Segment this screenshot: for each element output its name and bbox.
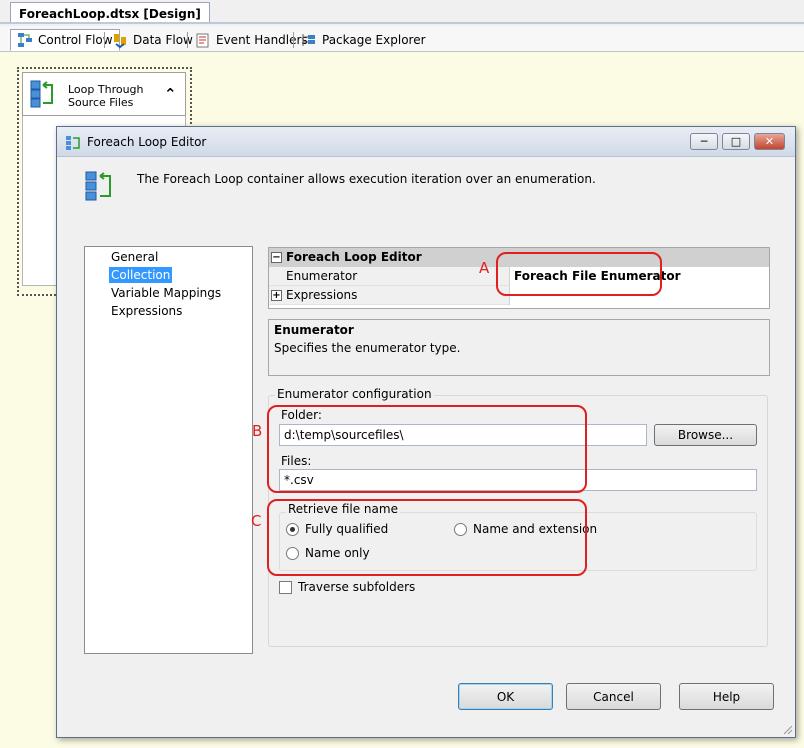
tab-data-flow[interactable]: Data Flow <box>106 29 199 51</box>
traverse-subfolders-label[interactable]: Traverse subfolders <box>298 580 415 594</box>
dialog-title: Foreach Loop Editor <box>87 135 207 149</box>
document-tab-title: ForeachLoop.dtsx [Design] <box>19 7 201 21</box>
maximize-icon: □ <box>730 135 742 148</box>
document-tab[interactable]: ForeachLoop.dtsx [Design] <box>10 2 210 24</box>
expand-icon[interactable]: + <box>271 290 282 301</box>
property-name: Expressions <box>286 288 358 302</box>
task-label-line2: Source Files <box>68 96 134 109</box>
editor-nav-list: General Collection Variable Mappings Exp… <box>84 246 253 654</box>
close-icon: ✕ <box>764 135 775 148</box>
tab-control-flow-label: Control Flow <box>38 33 113 47</box>
browse-button[interactable]: Browse... <box>654 424 757 446</box>
property-category-label: Foreach Loop Editor <box>286 250 422 264</box>
dialog-title-bar[interactable]: Foreach Loop Editor ─ □ ✕ <box>57 127 795 157</box>
tab-data-flow-label: Data Flow <box>133 33 193 47</box>
collapse-icon[interactable]: − <box>271 252 282 263</box>
dialog-description: The Foreach Loop container allows execut… <box>137 172 596 186</box>
ok-button[interactable]: OK <box>458 683 553 710</box>
foreach-loop-container[interactable]: Loop Through Source Files ⌃ <box>22 72 186 116</box>
close-button[interactable]: ✕ <box>754 133 785 150</box>
tab-strip-divider <box>0 22 804 24</box>
help-button[interactable]: Help <box>679 683 774 710</box>
property-help-panel: Enumerator Specifies the enumerator type… <box>268 319 770 376</box>
minimize-icon: ─ <box>700 135 708 148</box>
tab-package-explorer[interactable]: Package Explorer <box>295 29 432 51</box>
tab-separator <box>293 32 294 48</box>
task-label-line1: Loop Through <box>68 83 144 96</box>
dialog-app-icon <box>65 135 81 154</box>
annotation-a-label: A <box>479 259 490 277</box>
traverse-subfolders-checkbox[interactable] <box>279 581 292 594</box>
nav-item-variable-mappings[interactable]: Variable Mappings <box>109 285 223 301</box>
foreach-loop-icon <box>29 79 55 112</box>
tab-package-explorer-label: Package Explorer <box>322 33 426 47</box>
enumerator-config-title: Enumerator configuration <box>275 387 434 401</box>
package-explorer-icon <box>301 32 317 48</box>
collapse-chevron-icon[interactable]: ⌃ <box>164 85 177 103</box>
task-label: Loop Through Source Files <box>68 83 144 109</box>
tab-separator <box>187 32 188 48</box>
annotation-b-highlight <box>267 405 587 493</box>
data-flow-icon <box>112 32 128 49</box>
annotation-b-label: B <box>252 422 263 440</box>
tab-separator <box>104 32 105 48</box>
control-flow-icon <box>17 32 33 48</box>
annotation-a-highlight <box>496 252 662 296</box>
nav-item-general[interactable]: General <box>109 249 160 265</box>
maximize-button[interactable]: □ <box>722 133 750 150</box>
help-text: Specifies the enumerator type. <box>274 341 461 355</box>
resize-grip-icon[interactable] <box>781 723 793 735</box>
designer-tab-bar: Control Flow Data Flow Event Handlers Pa… <box>0 26 804 52</box>
minimize-button[interactable]: ─ <box>690 133 718 150</box>
cancel-button[interactable]: Cancel <box>566 683 661 710</box>
annotation-c-highlight <box>267 499 587 576</box>
help-title: Enumerator <box>274 323 354 337</box>
nav-item-collection[interactable]: Collection <box>109 267 173 283</box>
property-name: Enumerator <box>286 269 358 283</box>
nav-item-expressions[interactable]: Expressions <box>109 303 184 319</box>
event-handlers-icon <box>195 32 211 48</box>
annotation-c-label: C <box>251 512 262 530</box>
foreach-loop-header-icon <box>84 169 114 206</box>
